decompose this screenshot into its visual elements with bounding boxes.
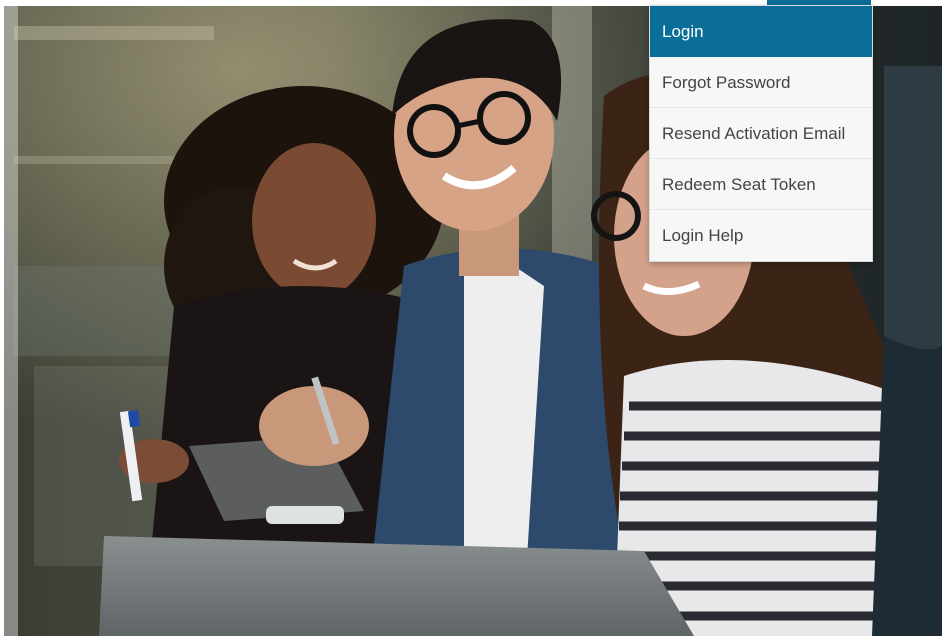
login-dropdown-menu: Login Forgot Password Resend Activation … <box>649 5 873 262</box>
login-page: Login Forgot Password Resend Activation … <box>0 0 942 636</box>
menu-item-label: Resend Activation Email <box>662 124 846 143</box>
menu-item-label: Login <box>662 22 704 41</box>
menu-item-redeem-seat-token[interactable]: Redeem Seat Token <box>650 159 872 210</box>
menu-item-resend-activation-email[interactable]: Resend Activation Email <box>650 108 872 159</box>
menu-item-label: Login Help <box>662 226 744 245</box>
menu-item-label: Forgot Password <box>662 73 791 92</box>
menu-item-login-help[interactable]: Login Help <box>650 210 872 261</box>
menu-item-login[interactable]: Login <box>650 6 872 57</box>
menu-item-label: Redeem Seat Token <box>662 175 816 194</box>
menu-item-forgot-password[interactable]: Forgot Password <box>650 57 872 108</box>
